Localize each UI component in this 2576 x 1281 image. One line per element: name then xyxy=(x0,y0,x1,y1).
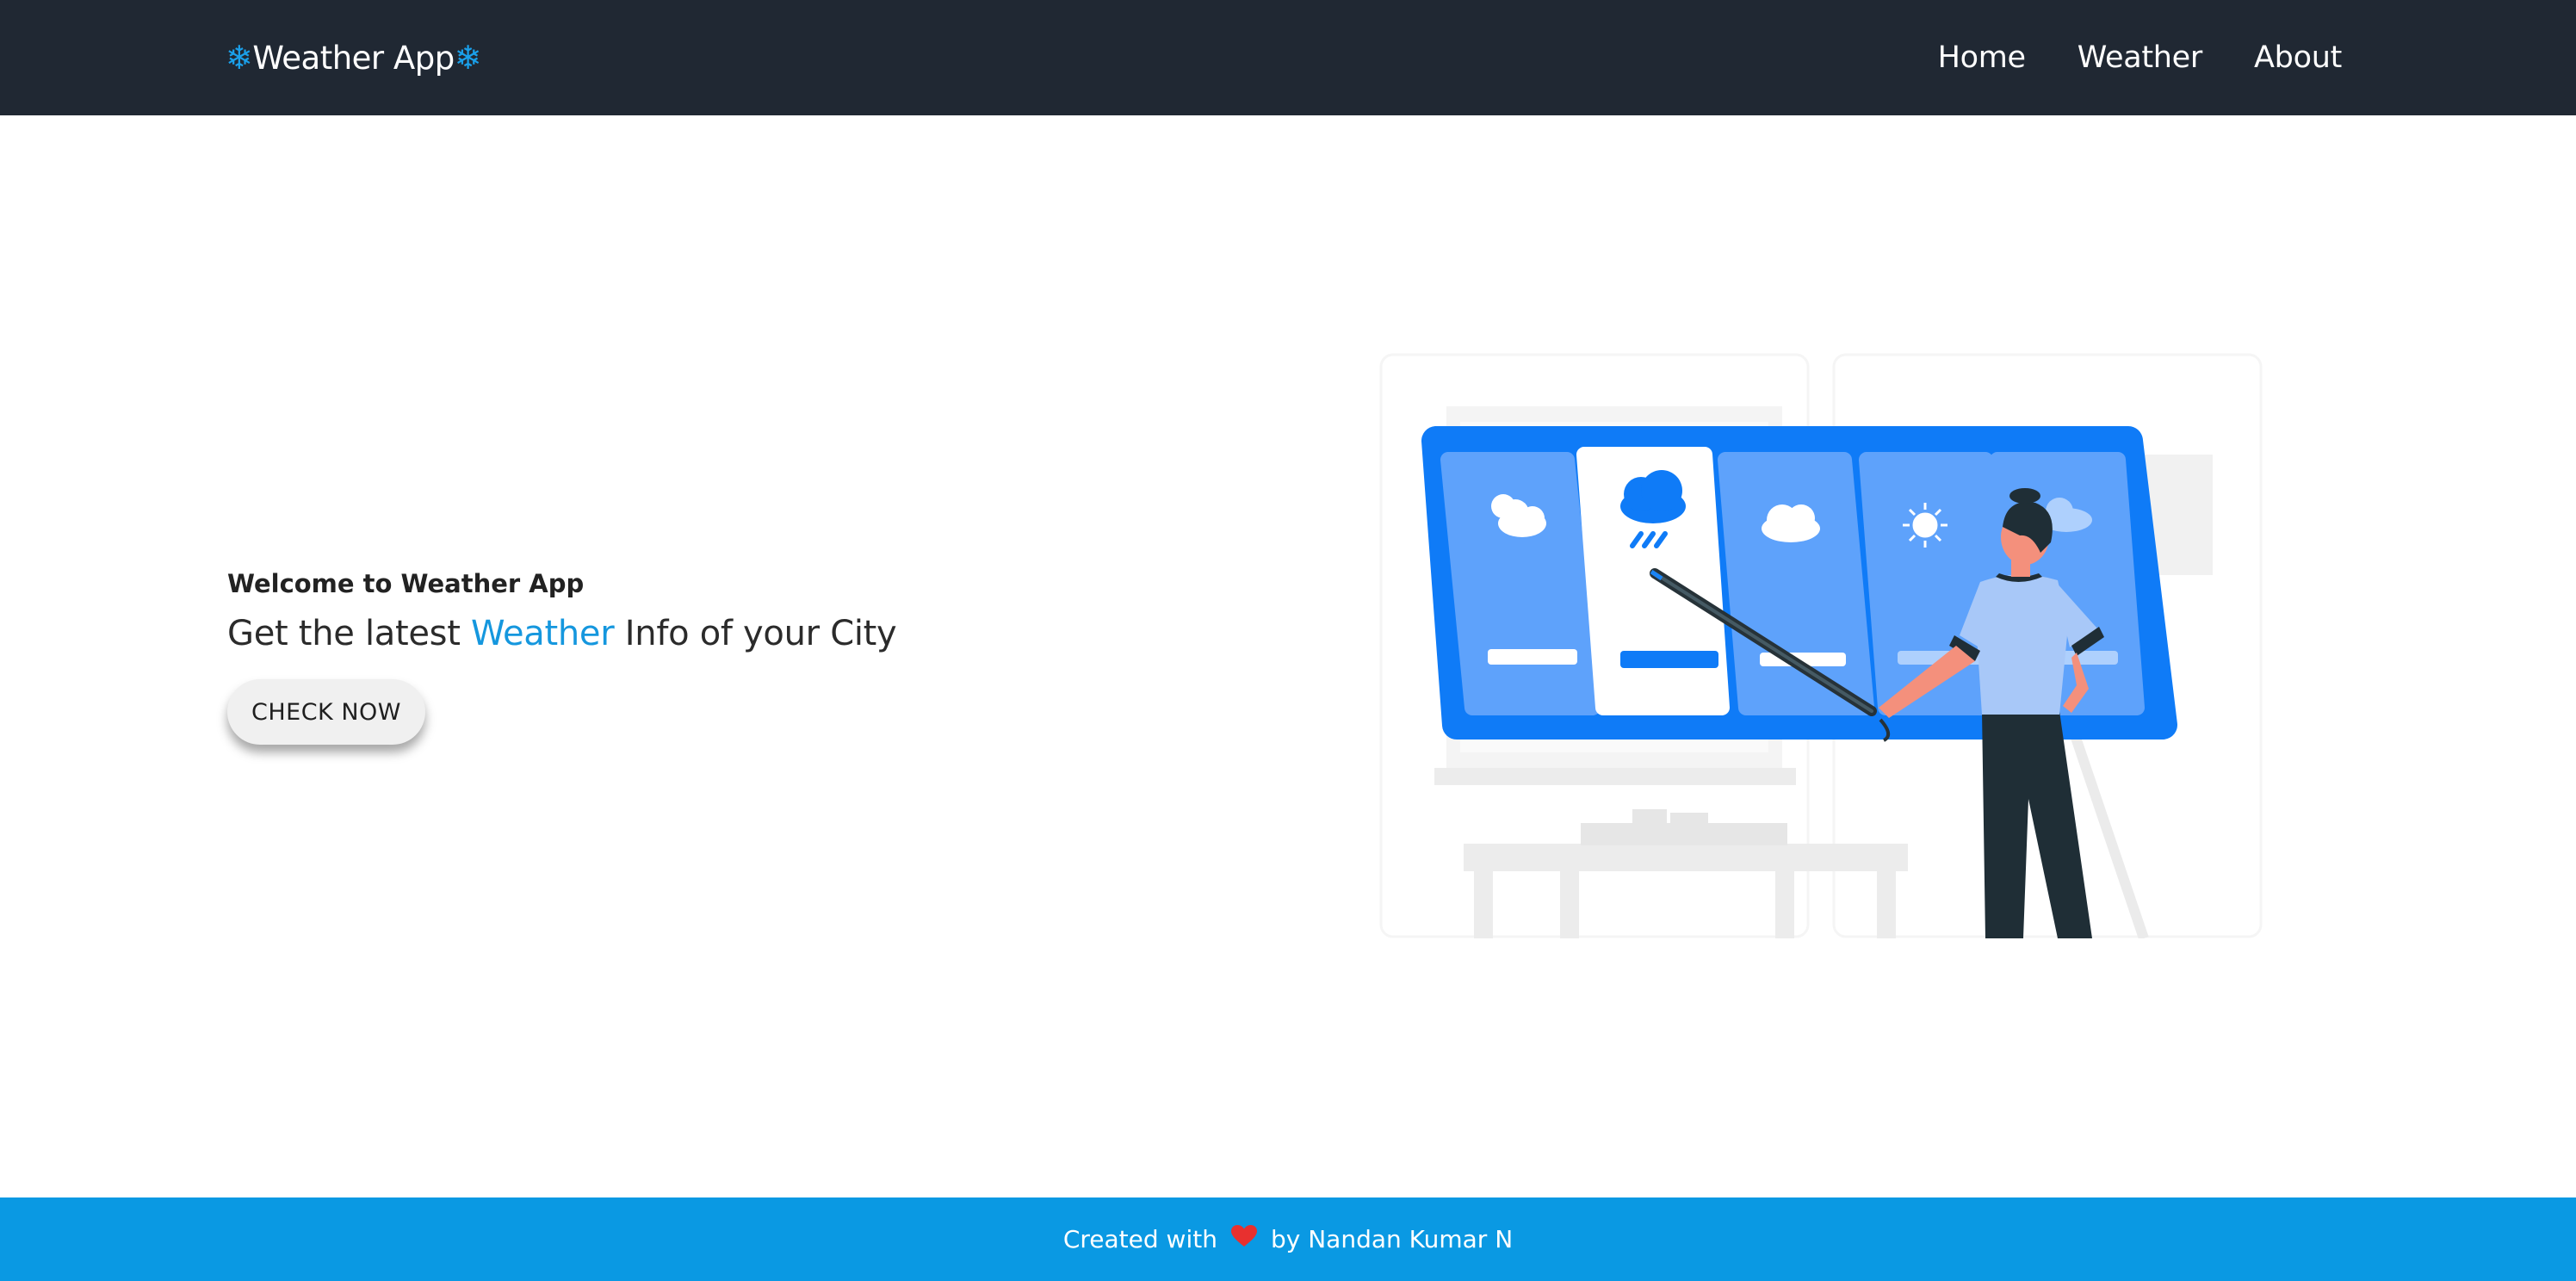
nav-menu: Home Weather About xyxy=(1886,0,2343,115)
brand-link[interactable]: ❄ Weather App ❄ xyxy=(226,0,482,115)
heart-icon xyxy=(1230,1225,1257,1253)
welcome-text: Welcome to Weather App xyxy=(227,569,585,598)
headline-suffix: Info of your City xyxy=(614,614,897,653)
footer-prefix: Created with xyxy=(1062,1225,1217,1253)
snowflake-icon: ❄ xyxy=(226,39,253,77)
cloud-icon xyxy=(1762,504,1820,542)
headline-prefix: Get the latest xyxy=(227,614,472,653)
check-now-button[interactable]: CHECK NOW xyxy=(227,679,425,745)
nav-link-about[interactable]: About xyxy=(2254,40,2342,75)
footer: Created with by Nandan Kumar N xyxy=(0,1197,2576,1281)
weather-board-illustration xyxy=(1379,353,2263,938)
nav-link-weather[interactable]: Weather xyxy=(2078,40,2203,75)
footer-author: by Nandan Kumar N xyxy=(1270,1225,1514,1253)
headline-accent: Weather xyxy=(471,614,615,653)
navbar: ❄ Weather App ❄ Home Weather About xyxy=(0,0,2576,115)
nav-link-home[interactable]: Home xyxy=(1938,40,2026,75)
hero-headline: Get the latest Weather Info of your City xyxy=(227,614,897,653)
snowflake-icon: ❄ xyxy=(454,39,482,77)
brand-title: Weather App xyxy=(252,39,455,77)
